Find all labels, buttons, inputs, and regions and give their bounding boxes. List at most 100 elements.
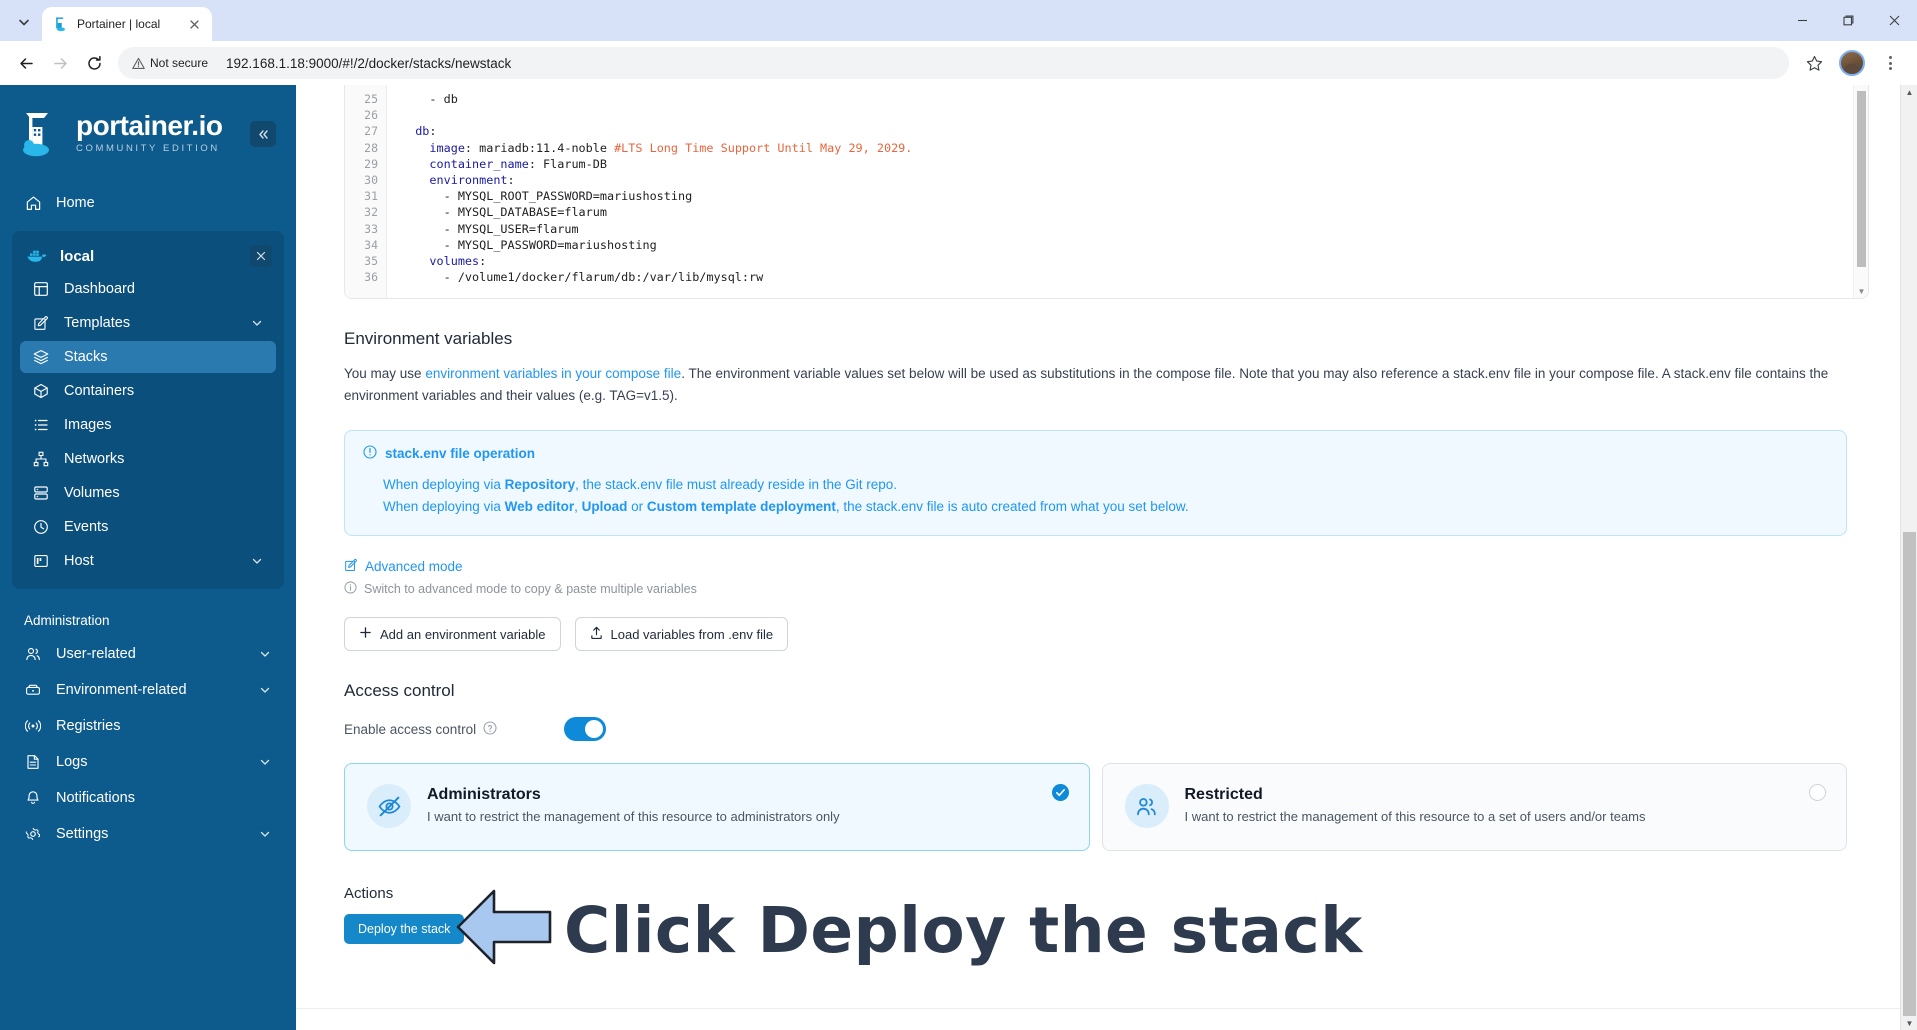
sidebar-item-label: Host [64, 553, 94, 569]
code-token: - MYSQL_DATABASE=flarum [401, 205, 607, 220]
profile-avatar[interactable] [1839, 50, 1865, 76]
registries-broadcast-icon [24, 717, 42, 735]
page-scrollbar[interactable]: ▲ ▼ [1900, 85, 1917, 1030]
info-text: , [574, 499, 582, 515]
tab-search-chevron-icon[interactable] [10, 8, 38, 36]
images-list-icon [32, 416, 50, 434]
sidebar-item-events[interactable]: Events [20, 511, 276, 543]
deploy-the-stack-button[interactable]: Deploy the stack [344, 914, 465, 945]
stacks-layers-icon [32, 348, 50, 366]
access-option-desc: I want to restrict the management of thi… [427, 809, 840, 825]
info-line-repository: When deploying via Repository, the stack… [383, 474, 1828, 497]
chevron-down-icon[interactable] [258, 827, 272, 841]
editor-scrollbar[interactable]: ▼ [1853, 85, 1868, 298]
editor-code-line: container_name: Flarum-DB [401, 156, 1868, 172]
code-token: container_name [401, 156, 529, 171]
sidebar-item-label: Logs [56, 754, 88, 770]
scroll-up-arrow-icon[interactable]: ▲ [1901, 85, 1917, 99]
chevron-down-icon[interactable] [250, 316, 264, 330]
logs-document-icon [24, 753, 42, 771]
site-security-indicator[interactable]: Not secure [124, 52, 216, 74]
code-token: - MYSQL_USER=flarum [401, 221, 579, 236]
env-vars-title: Environment variables [344, 329, 513, 348]
sidebar-item-home[interactable]: Home [12, 187, 284, 219]
sidebar-item-stacks[interactable]: Stacks [20, 341, 276, 373]
close-icon[interactable] [250, 245, 272, 267]
events-clock-icon [32, 518, 50, 536]
question-circle-icon[interactable] [483, 721, 497, 738]
sidebar-item-label: Dashboard [64, 281, 135, 297]
window-controls [1779, 0, 1917, 41]
chevron-down-icon[interactable] [258, 755, 272, 769]
sidebar-item-images[interactable]: Images [20, 409, 276, 441]
access-option-restricted[interactable]: Restricted I want to restrict the manage… [1101, 763, 1847, 852]
kebab-menu-icon[interactable] [1875, 48, 1905, 78]
add-button-label: Add an environment variable [380, 626, 546, 642]
editor-code-content[interactable]: - db db: image: mariadb:11.4-noble #LTS … [387, 85, 1868, 298]
info-circle-icon [344, 581, 357, 597]
enable-access-control-toggle[interactable] [564, 717, 606, 742]
chevron-down-icon[interactable] [258, 647, 272, 661]
forward-arrow-icon[interactable] [44, 47, 76, 79]
sidebar-item-registries[interactable]: Registries [12, 710, 284, 742]
sidebar-item-containers[interactable]: Containers [20, 375, 276, 407]
load-button-label: Load variables from .env file [610, 626, 774, 642]
editor-line-number: 35 [364, 253, 378, 268]
add-environment-variable-button[interactable]: Add an environment variable [344, 617, 561, 652]
page-scrollbar-thumb[interactable] [1903, 532, 1916, 1016]
access-option-administrators[interactable]: Administrators I want to restrict the ma… [344, 763, 1090, 852]
home-icon [24, 194, 42, 212]
check-circle-icon[interactable] [1051, 784, 1069, 802]
sidebar-item-logs[interactable]: Logs [12, 746, 284, 778]
back-arrow-icon[interactable] [10, 47, 42, 79]
bookmark-star-icon[interactable] [1799, 48, 1829, 78]
compose-code-editor[interactable]: 25 26 27 28 29 30 31 32 33 34 35 36 - db db: image:… [344, 85, 1869, 299]
editor-scrollbar-thumb[interactable] [1857, 91, 1866, 267]
code-token: : mariadb:11.4-noble [464, 140, 615, 155]
main-content-area: 25 26 27 28 29 30 31 32 33 34 35 36 - db db: image:… [296, 85, 1917, 1030]
sidebar-item-volumes[interactable]: Volumes [20, 477, 276, 509]
sidebar-item-host[interactable]: Host [20, 545, 276, 577]
load-env-file-button[interactable]: Load variables from .env file [574, 617, 789, 652]
sidebar-item-networks[interactable]: Networks [20, 443, 276, 475]
chevron-down-icon[interactable] [258, 683, 272, 697]
editor-line-number: 32 [364, 205, 378, 220]
code-token: image [401, 140, 465, 155]
sidebar-item-label: Events [64, 519, 109, 535]
maximize-icon[interactable] [1825, 0, 1871, 41]
info-text: When deploying via [383, 476, 505, 492]
plus-icon [359, 626, 372, 642]
page-bottom-divider [296, 1008, 1900, 1030]
address-bar[interactable]: Not secure 192.168.1.18:9000/#!/2/docker… [118, 47, 1789, 79]
sidebar-item-templates[interactable]: Templates [20, 307, 276, 339]
close-icon[interactable] [186, 16, 203, 33]
env-vars-doc-link[interactable]: environment variables in your compose fi… [425, 366, 681, 381]
security-label: Not secure [150, 56, 209, 70]
environment-selector[interactable]: local [16, 239, 280, 273]
sidebar-section-administration: Administration [24, 613, 110, 628]
env-var-buttons: Add an environment variable Load variabl… [344, 617, 1869, 652]
sidebar-item-user-related[interactable]: User-related [12, 638, 284, 670]
window-close-icon[interactable] [1871, 0, 1917, 41]
minimize-icon[interactable] [1779, 0, 1825, 41]
sidebar-item-dashboard[interactable]: Dashboard [20, 273, 276, 305]
browser-tab[interactable]: Portainer | local [42, 7, 212, 41]
reload-icon[interactable] [78, 47, 110, 79]
container-box-icon [32, 382, 50, 400]
sidebar-item-settings[interactable]: Settings [12, 818, 284, 850]
collapse-chevrons-icon[interactable] [250, 121, 276, 147]
stack-form: 25 26 27 28 29 30 31 32 33 34 35 36 - db db: image:… [296, 85, 1917, 1030]
editor-line-number: 27 [364, 124, 378, 139]
editor-code-line: - MYSQL_PASSWORD=mariushosting [401, 237, 1868, 253]
editor-line-number: 25 [364, 92, 378, 106]
sidebar-item-environment-related[interactable]: Environment-related [12, 674, 284, 706]
sidebar-item-notifications[interactable]: Notifications [12, 782, 284, 814]
editor-line-number: 36 [364, 270, 378, 285]
deploy-row: Deploy the stack Click Deploy the stack [344, 890, 1869, 965]
chevron-down-icon[interactable] [250, 554, 264, 568]
advanced-mode-toggle[interactable]: Advanced mode [344, 558, 1869, 575]
scroll-down-arrow-icon[interactable]: ▼ [1854, 284, 1868, 298]
environment-box-icon [24, 681, 42, 699]
scroll-down-arrow-icon[interactable]: ▼ [1901, 1016, 1917, 1030]
sidebar-item-label: Stacks [64, 349, 108, 365]
